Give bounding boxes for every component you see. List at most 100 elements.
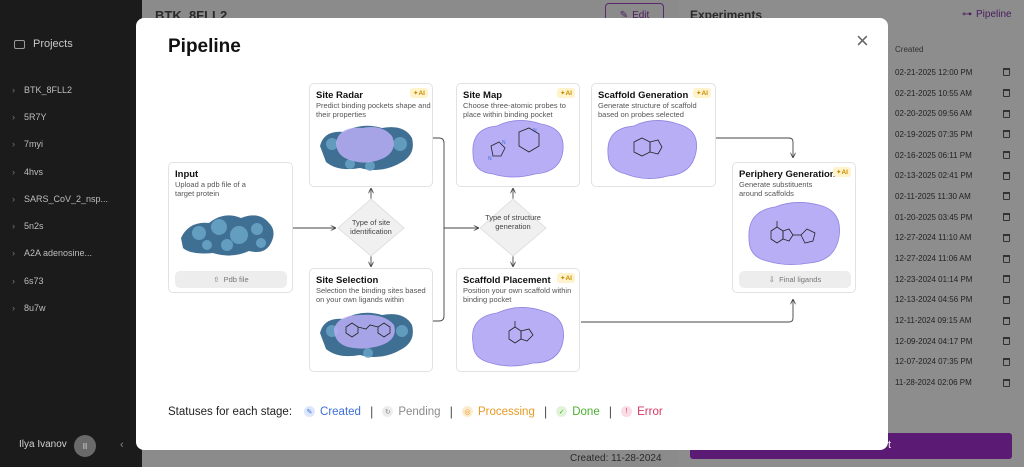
experiment-row[interactable]: 02-11-2025 11:30 AM <box>895 186 1010 207</box>
scaffold-placement-illustration <box>472 307 564 367</box>
ligand-site-illustration <box>320 312 413 358</box>
chevron-right-icon: › <box>12 248 15 259</box>
project-name: 8u7w <box>24 303 46 314</box>
chevron-right-icon: › <box>12 84 15 95</box>
experiment-row[interactable]: 12-09-2024 04:17 PM <box>895 331 1010 352</box>
trash-icon[interactable] <box>1003 295 1010 304</box>
primary-action-label: t <box>888 439 892 451</box>
project-item[interactable]: › A2A adenosine... <box>12 240 108 267</box>
trash-icon[interactable] <box>1003 316 1010 325</box>
experiment-row[interactable]: 02-21-2025 10:55 AM <box>895 83 1010 104</box>
project-item[interactable]: › BTK_8FLL2 <box>12 76 108 103</box>
status-pending: ↻ Pending <box>382 406 441 418</box>
experiment-row[interactable]: 11-28-2024 02:06 PM <box>895 372 1010 393</box>
project-name: A2A adenosine... <box>24 248 93 259</box>
binding-pocket-illustration <box>320 125 413 171</box>
experiment-row[interactable]: 02-16-2025 06:11 PM <box>895 145 1010 166</box>
project-item[interactable]: › 7myi <box>12 131 108 158</box>
chevron-right-icon: › <box>12 193 15 204</box>
experiment-row[interactable]: 02-21-2025 12:00 PM <box>895 62 1010 83</box>
column-header-created[interactable]: Created <box>895 45 923 54</box>
trash-icon[interactable] <box>1003 254 1010 263</box>
pipeline-icon: ⊶ <box>962 9 972 20</box>
experiment-list: 02-21-2025 12:00 PM 02-21-2025 10:55 AM 02… <box>895 62 1010 393</box>
trash-icon[interactable] <box>1003 357 1010 366</box>
separator: | <box>449 404 453 419</box>
status-label: Processing <box>477 405 535 418</box>
trash-icon[interactable] <box>1003 213 1010 222</box>
trash-icon[interactable] <box>1003 151 1010 160</box>
project-item[interactable]: › 6s73 <box>12 267 108 294</box>
chevron-right-icon: › <box>12 166 15 177</box>
download-icon: ⇩ <box>768 275 776 284</box>
project-name: 5n2s <box>24 221 44 232</box>
experiment-created-date: 11-28-2024 02:06 PM <box>895 378 972 388</box>
experiment-row[interactable]: 02-20-2025 09:56 AM <box>895 103 1010 124</box>
projects-label: Projects <box>33 38 73 50</box>
project-item[interactable]: › 5R7Y <box>12 103 108 130</box>
separator: | <box>369 404 374 419</box>
trash-icon[interactable] <box>1003 171 1010 180</box>
trash-icon[interactable] <box>1003 68 1010 77</box>
status-error-icon: ! <box>621 406 633 417</box>
experiment-created-date: 12-09-2024 04:17 PM <box>895 336 973 346</box>
card-site-radar[interactable]: Site Radar ✦AI Predict binding pockets s… <box>309 83 433 187</box>
project-name: 4hvs <box>24 166 44 177</box>
probe-map-illustration: N N N <box>472 120 564 178</box>
experiment-row[interactable]: 02-19-2025 07:35 PM <box>895 124 1010 145</box>
collapse-chevron-icon[interactable]: ‹ <box>120 439 124 451</box>
project-name: BTK_8FLL2 <box>24 84 73 95</box>
scaffold-generation-illustration <box>607 120 697 179</box>
experiment-row[interactable]: 01-20-2025 03:45 PM <box>895 207 1010 228</box>
trash-icon[interactable] <box>1003 337 1010 346</box>
trash-icon[interactable] <box>1003 130 1010 139</box>
created-date: Created: 11-28-2024 <box>570 453 662 464</box>
experiment-row[interactable]: 12-13-2024 04:56 PM <box>895 290 1010 311</box>
avatar[interactable]: II <box>74 435 96 457</box>
card-input[interactable]: Input Upload a pdb file of a target prot… <box>168 162 293 293</box>
experiment-row[interactable]: 12-27-2024 11:06 AM <box>895 248 1010 269</box>
card-periphery-generation[interactable]: Periphery Generation ✦AI Generate substi… <box>732 162 856 293</box>
status-legend-label: Statuses for each stage: <box>168 405 293 418</box>
experiment-created-date: 12-23-2024 01:14 PM <box>895 274 973 284</box>
experiment-row[interactable]: 12-11-2024 09:15 AM <box>895 310 1010 331</box>
status-processing: ◎ Processing <box>461 405 535 418</box>
trash-icon[interactable] <box>1003 275 1010 284</box>
experiment-created-date: 12-11-2024 09:15 AM <box>895 316 972 326</box>
experiment-row[interactable]: 12-23-2024 01:14 PM <box>895 269 1010 290</box>
experiment-row[interactable]: 02-13-2025 02:41 PM <box>895 165 1010 186</box>
status-done: ✓ Done <box>556 406 600 418</box>
pipeline-link[interactable]: ⊶ Pipeline <box>962 9 1012 20</box>
card-site-map[interactable]: Site Map ✦AI Choose three-atomic probes … <box>456 83 580 187</box>
status-legend: Statuses for each stage: ✎ Created | ↻ Pendi… <box>168 404 663 419</box>
diamond-site-identification: Type of site identification <box>350 218 392 236</box>
projects-header[interactable]: Projects <box>14 38 73 50</box>
project-item[interactable]: › 4hvs <box>12 158 108 185</box>
trash-icon[interactable] <box>1003 192 1010 201</box>
project-item[interactable]: › SARS_CoV_2_nsp... <box>12 185 108 212</box>
svg-text:N: N <box>533 128 537 134</box>
diamond-structure-generation: Type of structure generation <box>485 213 541 231</box>
trash-icon[interactable] <box>1003 109 1010 118</box>
project-item[interactable]: › 8u7w <box>12 294 108 321</box>
separator: | <box>543 404 548 419</box>
trash-icon[interactable] <box>1003 233 1010 242</box>
trash-icon[interactable] <box>1003 378 1010 387</box>
card-scaffold-placement[interactable]: Scaffold Placement ✦AI Position your own… <box>456 268 580 372</box>
experiment-row[interactable]: 12-07-2024 07:35 PM <box>895 352 1010 373</box>
card-scaffold-generation[interactable]: Scaffold Generation ✦AI Generate structu… <box>591 83 716 187</box>
experiment-created-date: 02-16-2025 06:11 PM <box>895 150 972 160</box>
final-ligands-button[interactable]: ⇩ Final ligands <box>739 271 851 288</box>
status-pending-icon: ↻ <box>382 406 394 417</box>
chevron-right-icon: › <box>12 221 15 232</box>
trash-icon[interactable] <box>1003 89 1010 98</box>
pipeline-link-label: Pipeline <box>976 9 1012 20</box>
pdb-file-button[interactable]: ⇧ Pdb file <box>175 271 287 288</box>
card-site-selection[interactable]: Site Selection Selection the binding sit… <box>309 268 433 372</box>
upload-icon: ⇧ <box>213 275 220 284</box>
project-item[interactable]: › 5n2s <box>12 212 108 239</box>
experiment-created-date: 02-20-2025 09:56 AM <box>895 109 972 119</box>
experiment-created-date: 02-21-2025 10:55 AM <box>895 88 972 98</box>
experiment-row[interactable]: 12-27-2024 11:10 AM <box>895 228 1010 249</box>
experiment-created-date: 02-13-2025 02:41 PM <box>895 171 973 181</box>
